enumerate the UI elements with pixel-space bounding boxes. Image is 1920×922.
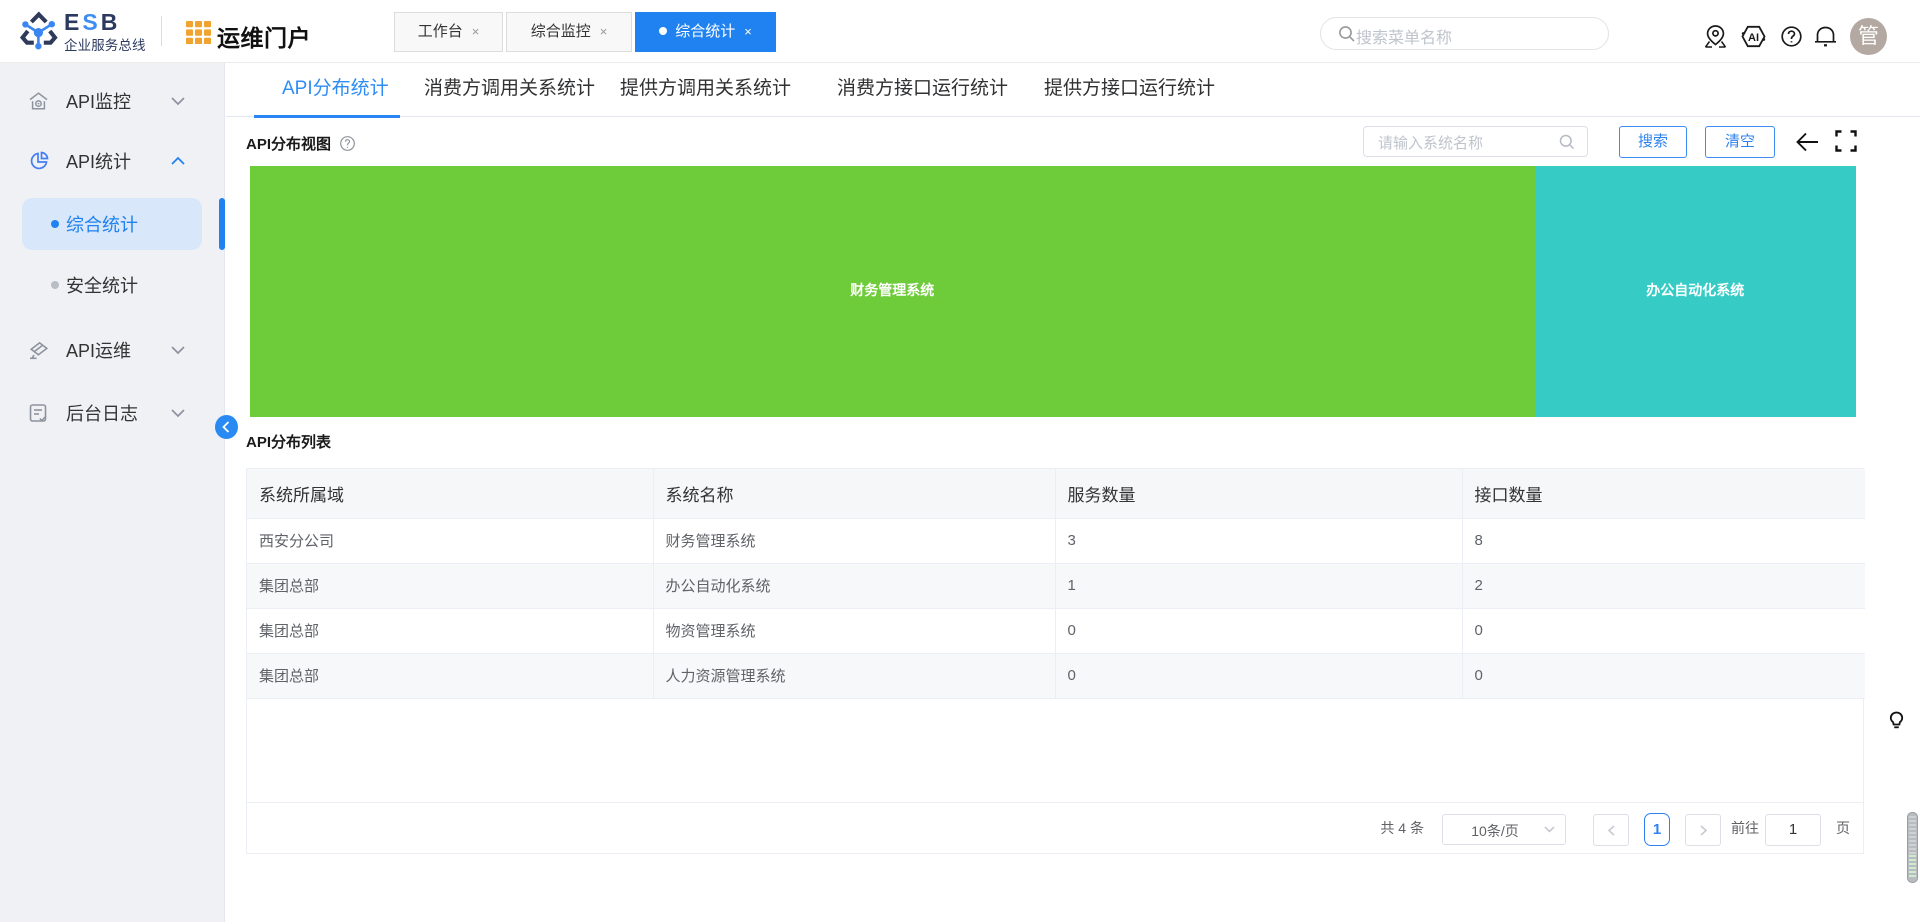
- svg-text:AI: AI: [1748, 32, 1759, 44]
